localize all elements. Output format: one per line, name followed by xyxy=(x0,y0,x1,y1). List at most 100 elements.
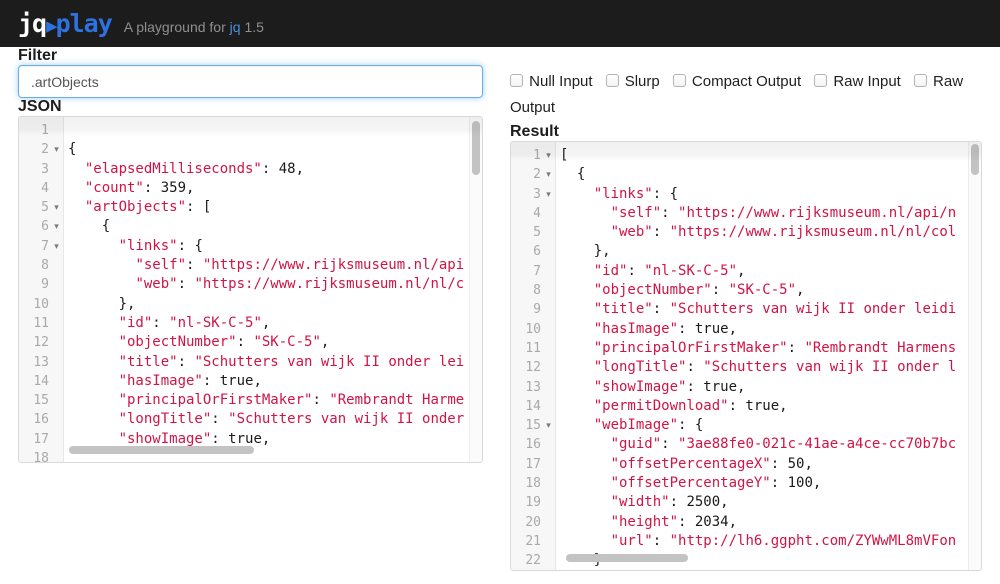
code-line: 5 "web": "https://www.rijksmuseum.nl/nl/… xyxy=(511,223,981,242)
fold-gutter-spacer xyxy=(541,435,556,454)
fold-arrow-icon[interactable]: ▾ xyxy=(49,198,64,217)
slurp-checkbox[interactable] xyxy=(606,74,619,87)
compact-output-option[interactable]: Compact Output xyxy=(673,73,801,90)
line-number: 2 xyxy=(511,165,541,184)
fold-arrow-icon[interactable]: ▾ xyxy=(49,140,64,159)
code-text: "guid": "3ae88fe0-021c-41ae-a4ce-cc70b7b… xyxy=(556,435,981,454)
line-number: 17 xyxy=(511,455,541,474)
code-line: 10 }, xyxy=(19,295,482,314)
code-line: 4 "self": "https://www.rijksmuseum.nl/ap… xyxy=(511,204,981,223)
line-number: 11 xyxy=(511,339,541,358)
play-triangle-icon: ▶ xyxy=(46,15,55,37)
line-number: 15 xyxy=(511,416,541,435)
line-number: 6 xyxy=(19,217,49,236)
right-column: Null Input Slurp Compact Output Raw Inpu… xyxy=(510,47,982,571)
line-number: 22 xyxy=(511,551,541,570)
fold-gutter-spacer xyxy=(49,410,64,429)
horizontal-scrollbar-thumb[interactable] xyxy=(566,554,688,562)
line-number: 7 xyxy=(19,237,49,256)
code-text: "offsetPercentageX": 50, xyxy=(556,455,981,474)
code-text: "id": "nl-SK-C-5", xyxy=(64,314,482,333)
line-number: 16 xyxy=(19,410,49,429)
fold-gutter-spacer xyxy=(541,358,556,377)
line-number: 4 xyxy=(511,204,541,223)
code-line: 8 "self": "https://www.rijksmuseum.nl/ap… xyxy=(19,256,482,275)
code-line: 12 "longTitle": "Schutters van wijk II o… xyxy=(511,358,981,377)
json-input-editor[interactable]: 12▾{3 "elapsedMilliseconds": 48,4 "count… xyxy=(18,116,483,463)
code-text: "hasImage": true, xyxy=(556,320,981,339)
code-line: 7 "id": "nl-SK-C-5", xyxy=(511,262,981,281)
vertical-scrollbar-track[interactable] xyxy=(469,117,482,462)
fold-gutter-spacer xyxy=(49,121,64,140)
code-text: "elapsedMilliseconds": 48, xyxy=(64,160,482,179)
code-text: "self": "https://www.rijksmuseum.nl/api xyxy=(64,256,482,275)
line-number: 6 xyxy=(511,242,541,261)
result-output-editor[interactable]: 1▾[2▾ {3▾ "links": {4 "self": "https://w… xyxy=(510,141,982,571)
code-line: 1 xyxy=(19,121,482,140)
code-line: 10 "hasImage": true, xyxy=(511,320,981,339)
fold-arrow-icon[interactable]: ▾ xyxy=(541,416,556,435)
fold-arrow-icon[interactable]: ▾ xyxy=(541,165,556,184)
fold-gutter-spacer xyxy=(49,295,64,314)
code-line: 20 "height": 2034, xyxy=(511,513,981,532)
code-text: "showImage": true, xyxy=(556,378,981,397)
fold-gutter-spacer xyxy=(541,378,556,397)
fold-gutter-spacer xyxy=(49,430,64,449)
code-text xyxy=(64,121,482,140)
raw-input-option[interactable]: Raw Input xyxy=(814,73,901,90)
null-input-checkbox[interactable] xyxy=(510,74,523,87)
line-number: 13 xyxy=(511,378,541,397)
code-line: 5▾ "artObjects": [ xyxy=(19,198,482,217)
code-text: "width": 2500, xyxy=(556,493,981,512)
fold-gutter-spacer xyxy=(541,262,556,281)
logo-text-jq: jq xyxy=(18,9,46,38)
horizontal-scrollbar-thumb[interactable] xyxy=(69,446,254,454)
raw-output-checkbox[interactable] xyxy=(914,74,927,87)
raw-input-checkbox[interactable] xyxy=(814,74,827,87)
fold-gutter-spacer xyxy=(541,474,556,493)
code-line: 13 "title": "Schutters van wijk II onder… xyxy=(19,353,482,372)
null-input-option[interactable]: Null Input xyxy=(510,73,593,90)
vertical-scrollbar-track[interactable] xyxy=(968,142,981,570)
code-text: { xyxy=(64,217,482,236)
left-column: Filter JSON 12▾{3 "elapsedMilliseconds":… xyxy=(18,47,483,571)
fold-arrow-icon[interactable]: ▾ xyxy=(541,185,556,204)
vertical-scrollbar-thumb[interactable] xyxy=(971,144,979,175)
fold-gutter-spacer xyxy=(49,372,64,391)
filter-input[interactable] xyxy=(18,65,483,98)
code-text: }, xyxy=(556,242,981,261)
fold-arrow-icon[interactable]: ▾ xyxy=(49,217,64,236)
code-text: }, xyxy=(64,295,482,314)
code-line: 9 "title": "Schutters van wijk II onder … xyxy=(511,300,981,319)
line-number: 20 xyxy=(511,513,541,532)
logo-text-play: play xyxy=(56,9,112,38)
fold-arrow-icon[interactable]: ▾ xyxy=(541,146,556,165)
code-text: "objectNumber": "SK-C-5", xyxy=(556,281,981,300)
code-line: 15▾ "webImage": { xyxy=(511,416,981,435)
compact-output-checkbox[interactable] xyxy=(673,74,686,87)
code-text: "self": "https://www.rijksmuseum.nl/api/… xyxy=(556,204,981,223)
code-line: 2▾ { xyxy=(511,165,981,184)
fold-arrow-icon[interactable]: ▾ xyxy=(49,237,64,256)
code-text: "links": { xyxy=(556,185,981,204)
code-line: 13 "showImage": true, xyxy=(511,378,981,397)
line-number: 21 xyxy=(511,532,541,551)
code-text: "links": { xyxy=(64,237,482,256)
app-logo[interactable]: jq▶play xyxy=(18,0,112,50)
code-line: 18 "offsetPercentageY": 100, xyxy=(511,474,981,493)
code-text: "id": "nl-SK-C-5", xyxy=(556,262,981,281)
vertical-scrollbar-thumb[interactable] xyxy=(472,121,480,175)
code-line: 1▾[ xyxy=(511,146,981,165)
line-number: 10 xyxy=(511,320,541,339)
jq-manual-link[interactable]: jq xyxy=(230,19,241,35)
code-text: { xyxy=(64,140,482,159)
code-text: "objectNumber": "SK-C-5", xyxy=(64,333,482,352)
fold-gutter-spacer xyxy=(541,242,556,261)
slurp-option[interactable]: Slurp xyxy=(606,73,660,90)
line-number: 18 xyxy=(19,449,49,462)
code-line: 8 "objectNumber": "SK-C-5", xyxy=(511,281,981,300)
code-line: 2▾{ xyxy=(19,140,482,159)
code-text: { xyxy=(556,165,981,184)
code-text: "longTitle": "Schutters van wijk II onde… xyxy=(556,358,981,377)
fold-gutter-spacer xyxy=(541,281,556,300)
